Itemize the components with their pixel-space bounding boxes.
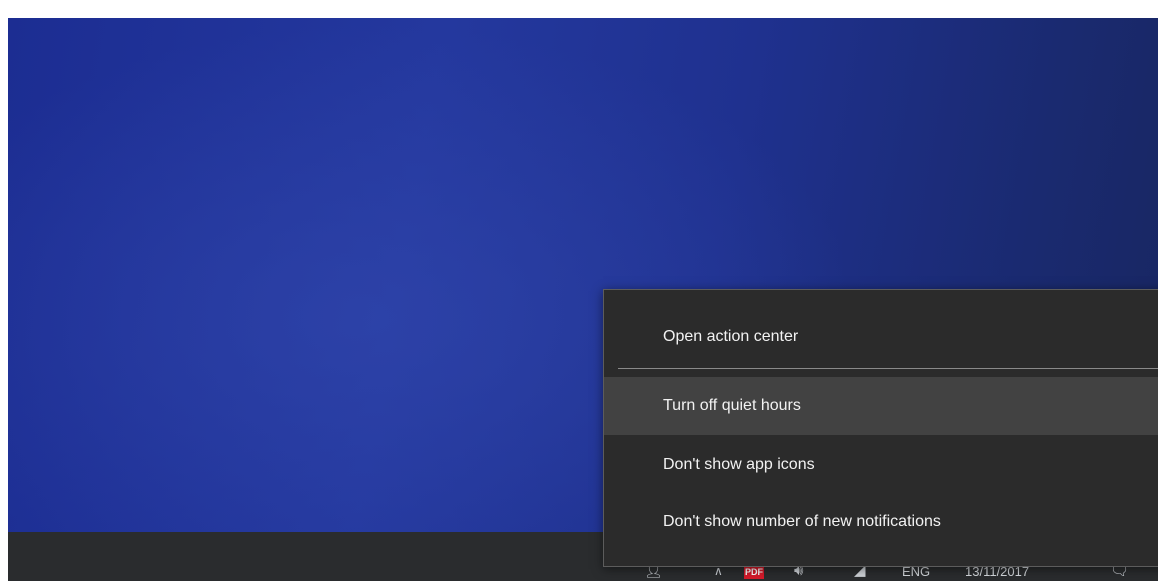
- dont-show-notification-count-item[interactable]: Don't show number of new notifications: [604, 493, 1158, 551]
- clock[interactable]: 13/11/2017: [965, 565, 1029, 579]
- open-action-center-item[interactable]: Open action center: [604, 308, 1158, 366]
- menu-separator: [618, 368, 1158, 369]
- adobe-acrobat-icon[interactable]: PDF: [744, 566, 764, 579]
- screen-frame: 👤︎ ∧ PDF 🔊︎ ◢ ENG 13/11/2017 🗨︎ Open act…: [8, 18, 1158, 581]
- dont-show-app-icons-item[interactable]: Don't show app icons: [604, 436, 1158, 494]
- turn-off-quiet-hours-item[interactable]: Turn off quiet hours: [604, 377, 1158, 435]
- notification-context-menu: Open action center Turn off quiet hours …: [603, 289, 1158, 567]
- language-indicator[interactable]: ENG: [902, 565, 930, 579]
